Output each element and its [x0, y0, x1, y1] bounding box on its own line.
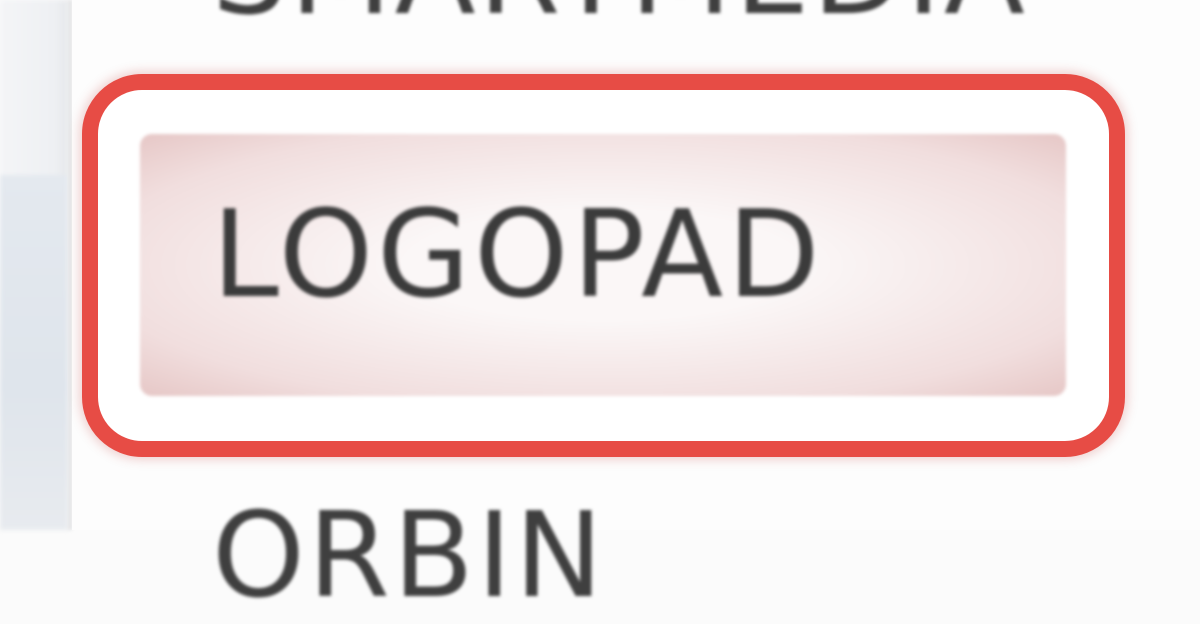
- menu-item-orbin[interactable]: ORBIN: [212, 496, 606, 614]
- menu-item-logopad-label: LOGOPAD: [212, 186, 824, 325]
- page-background-shade: [0, 175, 68, 530]
- menu-item-smartmedia[interactable]: SMARTMEDIA: [212, 0, 1028, 31]
- page-background-strip: [0, 0, 68, 530]
